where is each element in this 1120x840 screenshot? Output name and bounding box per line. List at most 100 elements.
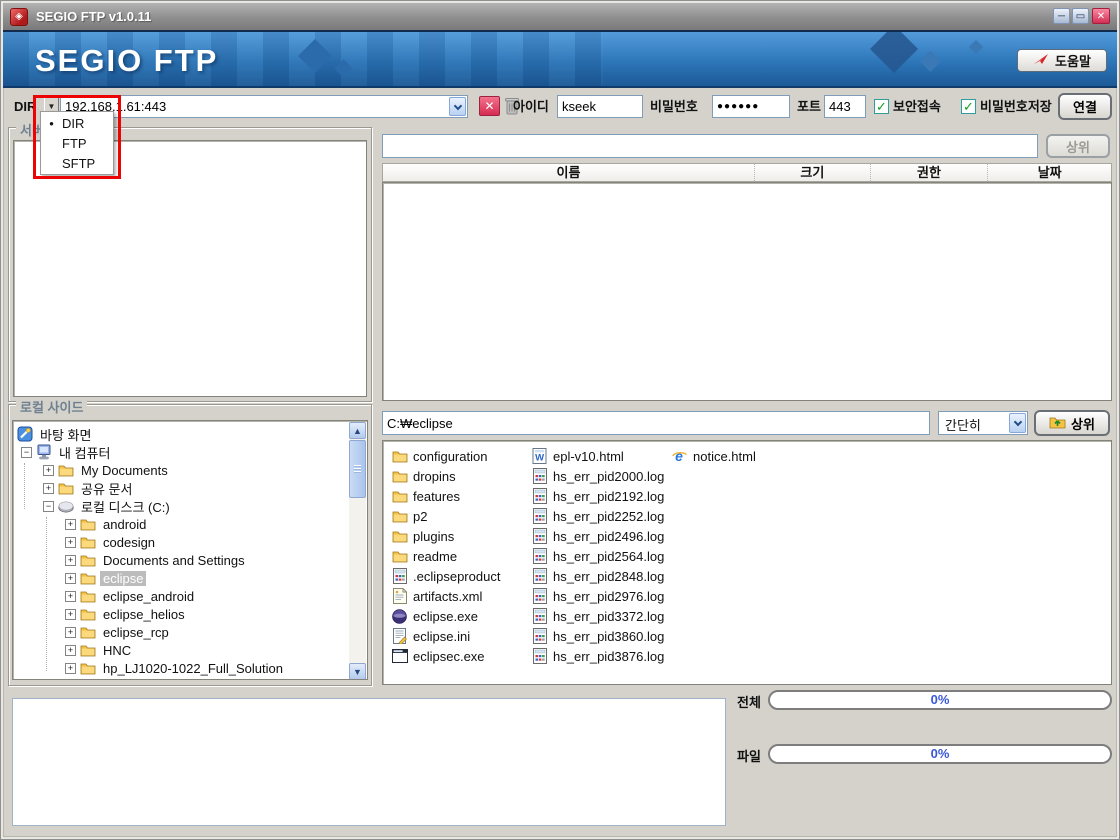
id-field[interactable] [557,95,643,118]
tree-item[interactable]: + codesign [15,533,348,551]
tree-item[interactable]: + HNC [15,641,348,659]
tree-item[interactable]: + android [15,515,348,533]
file-item[interactable]: eclipse.ini [391,626,500,646]
tree-item[interactable]: + Documents and Settings [15,551,348,569]
collapse-icon[interactable]: − [43,501,54,512]
scroll-up-icon[interactable]: ▲ [349,422,366,439]
file-item[interactable]: .eclipseproduct [391,566,500,586]
collapse-icon[interactable]: − [21,447,32,458]
port-input[interactable] [825,96,865,117]
tree-item[interactable]: + eclipse_android [15,587,348,605]
expand-icon[interactable]: + [65,573,76,584]
server-tree-area[interactable] [13,140,367,397]
port-field[interactable] [824,95,866,118]
local-up-button[interactable]: 상위 [1034,410,1110,436]
tree-item[interactable]: + eclipse [15,569,348,587]
local-path-field[interactable] [382,411,930,435]
address-dropdown-arrow-icon[interactable] [449,97,466,116]
tree-item-label[interactable]: My Documents [78,463,171,478]
close-button[interactable]: ✕ [1092,8,1110,24]
local-tree[interactable]: 바탕 화면−내 컴퓨터+My Documents+공유 문서−로컬 디스크 (C… [12,420,368,680]
view-mode-combobox[interactable]: 간단히 [938,411,1028,435]
maximize-button[interactable]: ▭ [1072,8,1089,24]
menu-item-sftp[interactable]: SFTP [41,153,113,173]
tree-item[interactable]: + eclipse_rcp [15,623,348,641]
expand-icon[interactable]: + [65,663,76,674]
tree-scrollbar[interactable]: ▲ ▼ [349,422,366,680]
column-header-3[interactable]: 날짜 [987,164,1111,181]
tree-item-label[interactable]: android [100,517,149,532]
file-item[interactable]: hs_err_pid3860.log [531,626,664,646]
tree-item-label[interactable]: eclipse [100,571,146,586]
tree-item-label[interactable]: hp_LJ1020-1022_Full_Solution [100,661,286,676]
tree-item-label[interactable]: eclipse_helios [100,607,188,622]
save-password-checkbox[interactable]: ✓ [961,99,976,114]
local-path-input[interactable] [383,412,929,434]
tree-item[interactable]: + 공유 문서 [15,479,348,497]
file-item[interactable]: configuration [391,446,500,466]
column-header-2[interactable]: 권한 [870,164,988,181]
help-button[interactable]: 도움말 [1017,49,1107,72]
file-item[interactable]: eclipse.exe [391,606,500,626]
transfer-log-box[interactable] [12,698,726,826]
delete-address-button[interactable]: ✕ [479,96,500,116]
tree-item[interactable]: − 내 컴퓨터 [15,443,348,461]
file-item[interactable]: features [391,486,500,506]
file-item[interactable]: artifacts.xml [391,586,500,606]
password-field[interactable] [712,95,790,118]
tree-item-label[interactable]: 바탕 화면 [37,425,94,444]
title-bar[interactable]: ◈ SEGIO FTP v1.0.11 ─ ▭ ✕ [3,3,1117,30]
server-path-input[interactable] [383,135,1037,157]
file-item[interactable]: hs_err_pid2976.log [531,586,664,606]
file-item[interactable]: hs_err_pid2252.log [531,506,664,526]
tree-item-label[interactable]: Documents and Settings [100,553,248,568]
menu-item-ftp[interactable]: FTP [41,133,113,153]
tree-item-label[interactable]: HNC [100,643,134,658]
server-up-button[interactable]: 상위 [1046,134,1110,158]
expand-icon[interactable]: + [43,465,54,476]
tree-item-label[interactable]: 로컬 디스크 (C:) [78,497,173,516]
scroll-down-icon[interactable]: ▼ [349,663,366,680]
expand-icon[interactable]: + [65,609,76,620]
menu-item-dir[interactable]: ●DIR [41,113,113,133]
password-input[interactable] [713,96,789,117]
expand-icon[interactable]: + [65,645,76,656]
expand-icon[interactable]: + [65,591,76,602]
tree-item[interactable]: − 로컬 디스크 (C:) [15,497,348,515]
scrollbar-thumb[interactable] [349,440,366,498]
column-header-0[interactable]: 이름 [383,164,754,181]
tree-item-label[interactable]: eclipse_rcp [100,625,172,640]
server-file-list[interactable] [382,182,1112,401]
file-item[interactable]: enotice.html [671,446,756,466]
file-item[interactable]: plugins [391,526,500,546]
expand-icon[interactable]: + [65,519,76,530]
minimize-button[interactable]: ─ [1053,8,1070,24]
file-item[interactable]: hs_err_pid3372.log [531,606,664,626]
tree-item-label[interactable]: 내 컴퓨터 [56,443,113,462]
file-item[interactable]: hs_err_pid2848.log [531,566,664,586]
expand-icon[interactable]: + [65,555,76,566]
file-item[interactable]: dropins [391,466,500,486]
address-combobox[interactable] [60,95,468,118]
tree-item-label[interactable]: codesign [100,535,158,550]
local-file-list[interactable]: configurationdropinsfeaturesp2pluginsrea… [382,440,1112,685]
tree-item[interactable]: + eclipse_helios [15,605,348,623]
column-header-1[interactable]: 크기 [754,164,870,181]
file-item[interactable]: hs_err_pid2000.log [531,466,664,486]
connect-button[interactable]: 연결 [1058,93,1112,120]
expand-icon[interactable]: + [65,627,76,638]
tree-item[interactable]: 바탕 화면 [15,425,348,443]
tree-item-label[interactable]: eclipse_android [100,589,197,604]
file-item[interactable]: Wepl-v10.html [531,446,664,466]
file-item[interactable]: eclipsec.exe [391,646,500,666]
id-input[interactable] [558,96,642,117]
address-input[interactable] [61,96,447,117]
tree-item[interactable]: + hp_LJ1020-1022_Full_Solution [15,659,348,677]
file-item[interactable]: p2 [391,506,500,526]
view-mode-dropdown-arrow-icon[interactable] [1009,413,1026,433]
expand-icon[interactable]: + [65,537,76,548]
tree-item-label[interactable]: 공유 문서 [78,479,135,498]
file-item[interactable]: hs_err_pid2192.log [531,486,664,506]
file-item[interactable]: readme [391,546,500,566]
expand-icon[interactable]: + [43,483,54,494]
